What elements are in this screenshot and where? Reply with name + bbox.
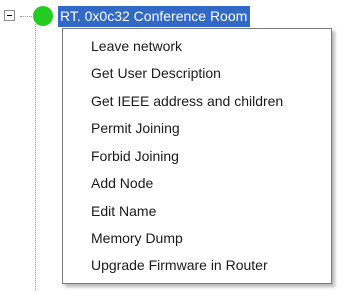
menu-item-upgrade-firmware[interactable]: Upgrade Firmware in Router [91,254,268,276]
tree-node-router[interactable]: RT. 0x0c32 Conference Room [58,6,251,27]
menu-item-edit-name[interactable]: Edit Name [91,200,156,222]
tree-guide-line [35,24,36,291]
menu-item-get-ieee-address[interactable]: Get IEEE address and children [91,90,283,112]
menu-item-add-node[interactable]: Add Node [91,172,153,194]
menu-item-memory-dump[interactable]: Memory Dump [91,227,183,249]
menu-item-forbid-joining[interactable]: Forbid Joining [91,145,179,167]
menu-item-get-user-description[interactable]: Get User Description [91,62,221,84]
collapse-icon[interactable] [4,10,15,21]
status-dot-icon [33,6,53,26]
tree-branch-line [20,16,34,17]
menu-item-leave-network[interactable]: Leave network [91,35,182,57]
menu-item-permit-joining[interactable]: Permit Joining [91,117,180,139]
context-menu: Leave network Get User Description Get I… [62,28,332,284]
